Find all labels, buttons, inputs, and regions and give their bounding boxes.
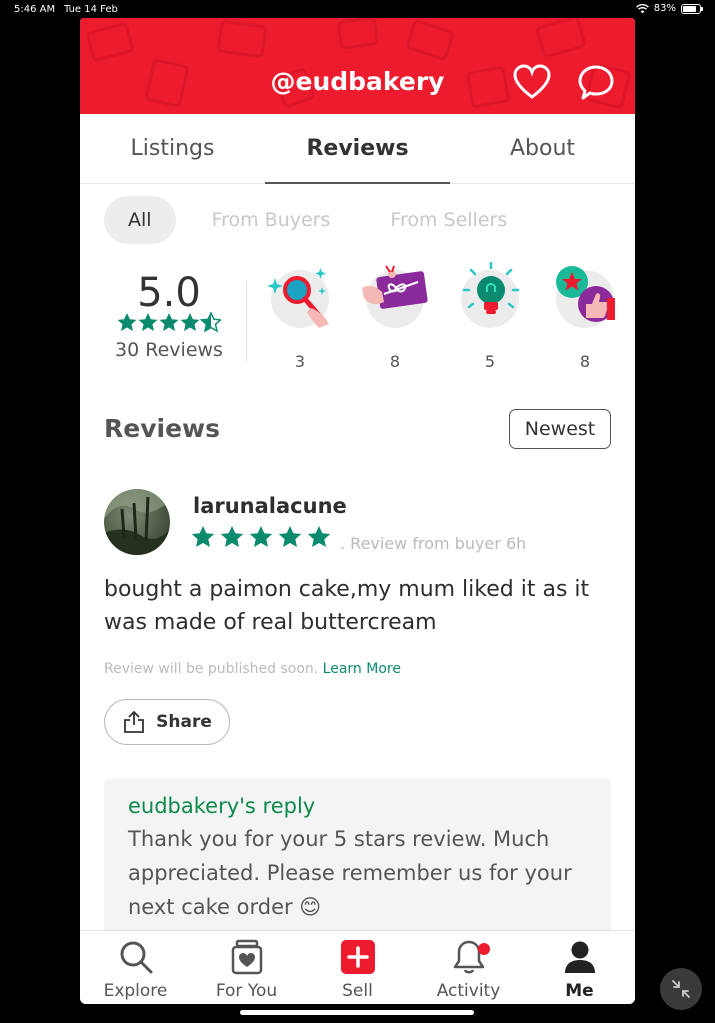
publish-notice: Review will be published soon. Learn Mor… [104, 661, 401, 677]
reply-text: Thank you for your 5 stars review. Much … [128, 827, 572, 919]
shop-header: @eudbakery [80, 18, 635, 114]
heart-icon[interactable] [512, 63, 552, 103]
badge-count: 8 [389, 352, 401, 371]
status-date: Tue 14 Feb [64, 4, 118, 15]
badge-star-thumbs[interactable]: 8 [547, 266, 623, 371]
tab-listings[interactable]: Listings [80, 114, 265, 183]
reply-title: eudbakery's reply [128, 794, 316, 818]
share-button[interactable]: Share [104, 699, 230, 745]
status-time: 5:46 AM [14, 4, 56, 15]
nav-label: Me [565, 981, 594, 1001]
chat-bubble-icon[interactable] [576, 63, 616, 103]
person-icon [562, 937, 598, 977]
nav-label: For You [215, 981, 278, 1001]
badge-count: 5 [484, 352, 496, 371]
badge-count: 3 [294, 352, 306, 371]
search-icon [118, 937, 154, 977]
magnifier-sparkle-icon [267, 268, 329, 328]
tab-about[interactable]: About [450, 114, 635, 183]
jar-heart-icon [230, 937, 264, 977]
nav-label: Activity [436, 981, 501, 1001]
badge-gift-card[interactable]: 8 [357, 265, 433, 371]
rating-score: 5.0 [137, 270, 201, 316]
share-label: Share [156, 712, 212, 732]
reviews-heading: Reviews [104, 414, 221, 443]
bottom-nav: Explore For You Sell Activity Me [80, 930, 635, 1004]
status-right: 83% [635, 3, 703, 14]
status-bar: 5:46 AM Tue 14 Feb 83% [0, 0, 715, 20]
sort-button[interactable]: Newest [509, 409, 611, 449]
gift-card-icon [362, 265, 428, 328]
active-tab-indicator [265, 182, 450, 184]
share-icon [124, 710, 145, 733]
profile-tabs: Listings Reviews About [80, 114, 635, 184]
lightbulb-icon [461, 262, 520, 328]
collapse-icon[interactable] [660, 968, 702, 1010]
nav-explore[interactable]: Explore [80, 931, 191, 1004]
review-stars [191, 524, 336, 557]
review-meta: . Review from buyer 6h [340, 534, 527, 553]
review-text: bought a paimon cake,my mum liked it as … [104, 577, 590, 635]
rating-summary: 5.0 30 Reviews [104, 270, 234, 361]
badge-lightbulb[interactable]: 5 [452, 262, 528, 371]
notification-dot [478, 943, 490, 955]
filter-from-sellers[interactable]: From Sellers [366, 196, 531, 244]
home-indicator[interactable] [240, 1010, 474, 1015]
review-filters: All From Buyers From Sellers [104, 196, 531, 244]
publish-notice-text: Review will be published soon. [104, 661, 319, 677]
battery-icon [681, 3, 703, 14]
tab-reviews[interactable]: Reviews [265, 114, 450, 183]
nav-me[interactable]: Me [524, 931, 635, 1004]
avatar[interactable] [104, 489, 170, 555]
wifi-icon [635, 3, 649, 13]
nav-label: Explore [103, 981, 168, 1001]
filter-all[interactable]: All [104, 196, 176, 244]
summary-divider [246, 281, 247, 361]
badge-count: 8 [579, 352, 591, 371]
learn-more-link[interactable]: Learn More [323, 661, 401, 677]
plus-square-icon [340, 937, 376, 977]
nav-sell[interactable]: Sell [302, 931, 413, 1004]
rating-stars [104, 311, 234, 339]
filter-from-buyers[interactable]: From Buyers [188, 196, 355, 244]
app-window: @eudbakery Listings Reviews About All Fr… [80, 18, 635, 1004]
battery-percent: 83% [653, 3, 676, 14]
star-thumbs-up-icon [556, 266, 615, 328]
badge-magnifier[interactable]: 3 [262, 268, 338, 371]
rating-count: 30 Reviews [115, 339, 223, 361]
nav-for-you[interactable]: For You [191, 931, 302, 1004]
reviewer-name[interactable]: larunalacune [193, 494, 347, 518]
nav-activity[interactable]: Activity [413, 931, 524, 1004]
nav-label: Sell [342, 981, 373, 1001]
